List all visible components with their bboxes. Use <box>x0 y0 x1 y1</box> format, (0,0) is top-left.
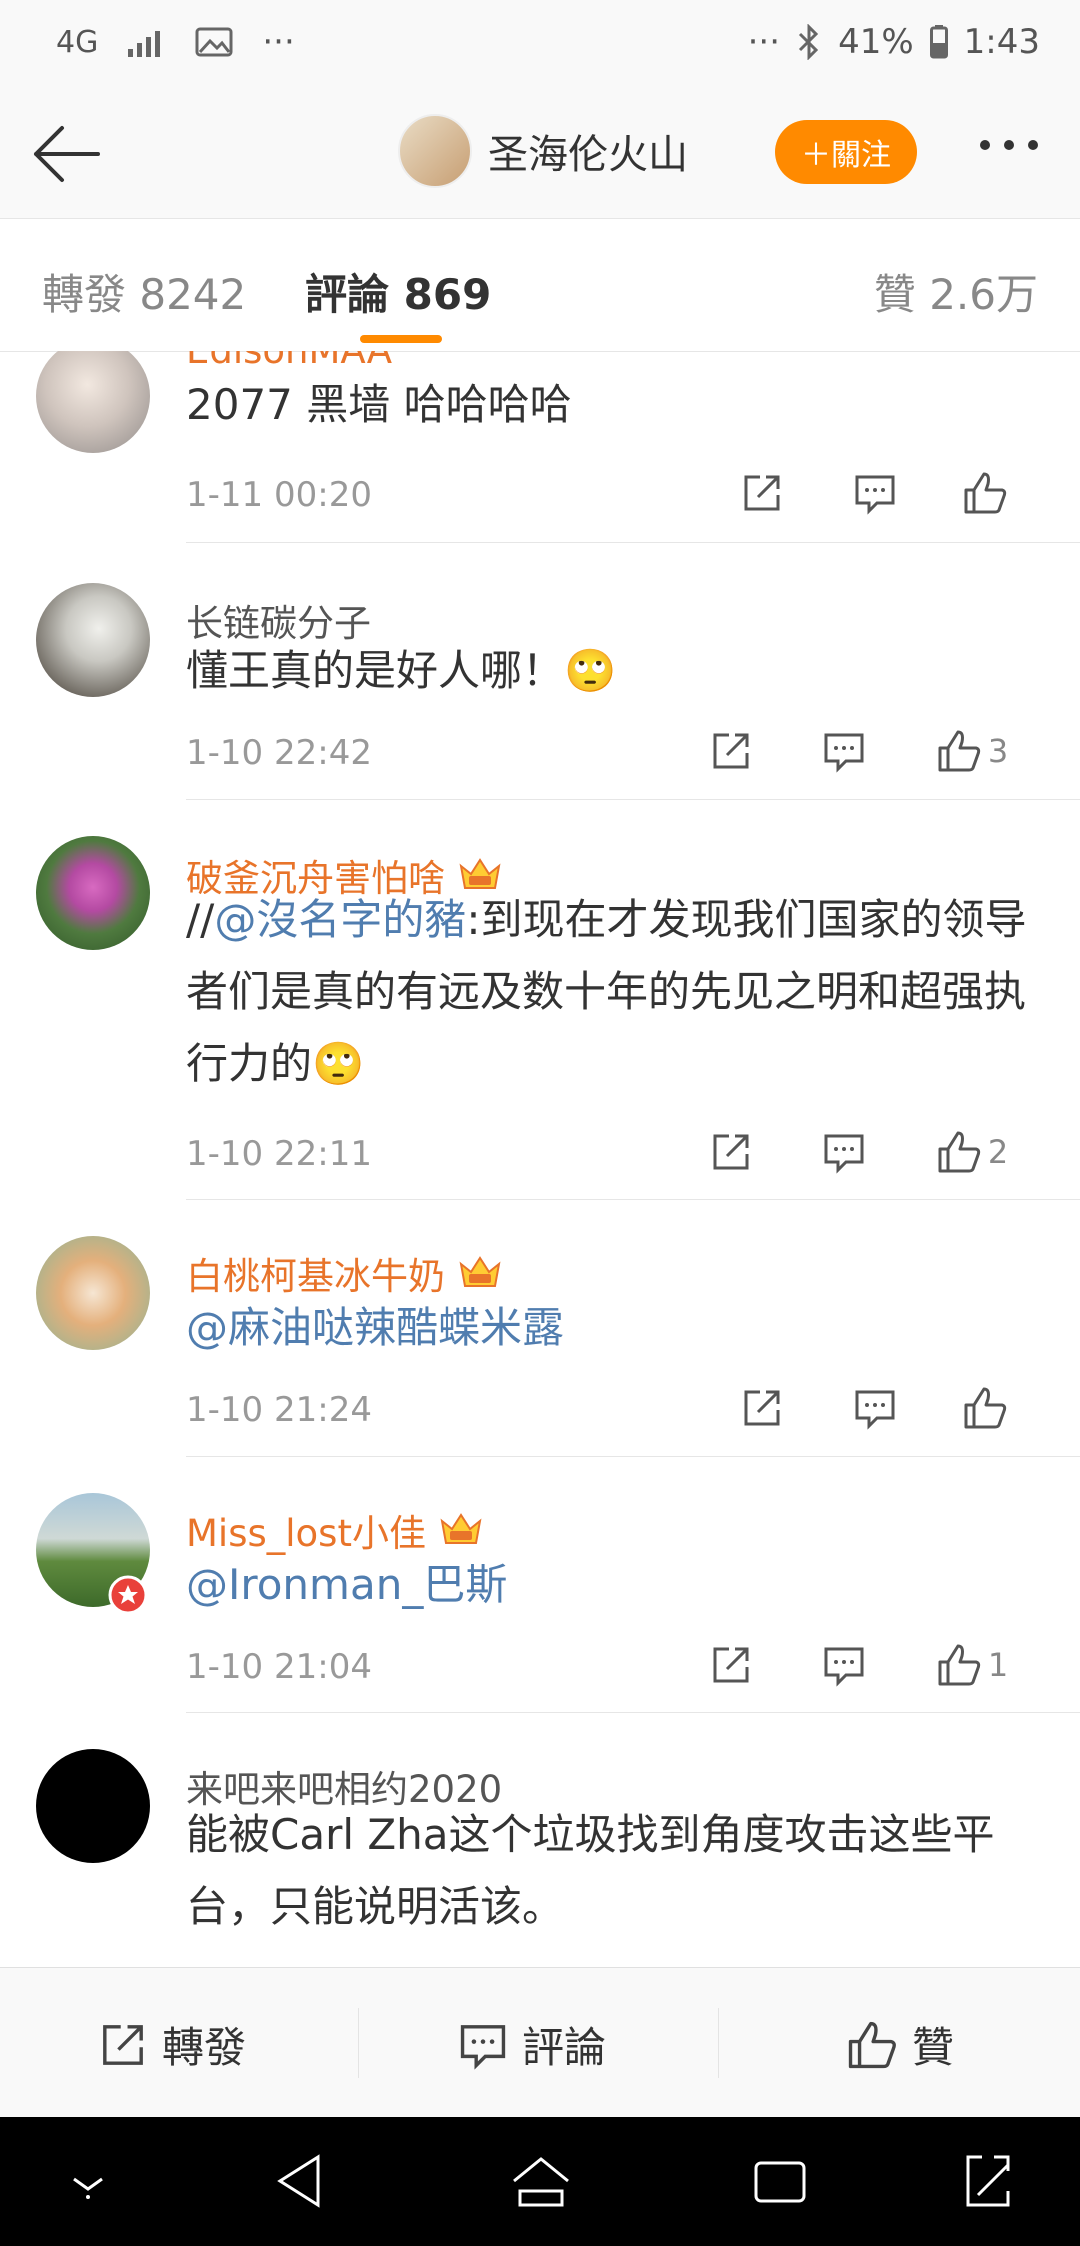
author-name[interactable]: 圣海伦火山 <box>488 122 688 180</box>
comment-button[interactable]: 評論 <box>458 2014 606 2075</box>
repost-icon[interactable] <box>674 1635 787 1695</box>
author-avatar[interactable] <box>398 114 472 188</box>
thumbs-up-icon <box>848 2021 896 2068</box>
like-count: 2 <box>987 1133 1009 1171</box>
more-notifications: ··· <box>262 22 295 62</box>
back-triangle-icon[interactable] <box>272 2151 328 2211</box>
system-navigation-bar <box>0 2117 1080 2246</box>
follow-button[interactable]: ＋關注 <box>775 120 917 184</box>
active-tab-indicator <box>360 335 442 343</box>
like-icon[interactable]: 1 <box>900 1635 1044 1695</box>
comment-icon <box>460 2024 506 2070</box>
repost-button[interactable]: 轉發 <box>98 2014 246 2075</box>
comment-item: 长链碳分子 懂王真的是好人哪！🙄 1-10 22:42 3 <box>0 543 1080 800</box>
comment-time: 1-10 22:11 <box>186 1134 372 1174</box>
comment-time: 1-10 21:24 <box>186 1390 372 1430</box>
reply-icon[interactable] <box>787 1122 900 1182</box>
commenter-avatar[interactable] <box>36 836 150 950</box>
expand-icon[interactable] <box>962 2151 1014 2211</box>
repost-icon[interactable] <box>705 1378 818 1438</box>
home-icon[interactable] <box>508 2151 574 2211</box>
comment-item: 破釜沉舟害怕啥 //@沒名字的豬:到现在才发现我们国家的领导者们是真的有远及数十… <box>0 800 1080 1200</box>
bar-divider <box>358 2008 359 2078</box>
comment-actions: 1 <box>674 1635 1044 1695</box>
post-tabs: 轉發 8242 評論 869 贊 2.6万 <box>0 218 1080 352</box>
comment-item: 白桃柯基冰牛奶 @麻油哒辣酷蝶米露 1-10 21:24 <box>0 1200 1080 1457</box>
reply-icon[interactable] <box>818 463 931 523</box>
profile-title[interactable]: 圣海伦火山 <box>398 114 688 188</box>
clock: 1:43 <box>963 22 1040 62</box>
vip-crown-icon <box>459 1256 501 1287</box>
emoji-icon: 🙄 <box>564 646 617 695</box>
comment-text: 懂王真的是好人哪！🙄 <box>186 646 617 695</box>
battery-percent: 41% <box>838 22 914 62</box>
comment-time: 1-10 21:04 <box>186 1647 372 1687</box>
comment-time: 1-11 00:20 <box>186 475 372 515</box>
commenter-avatar[interactable] <box>36 351 150 453</box>
recent-apps-icon[interactable] <box>750 2151 810 2211</box>
like-count: 3 <box>987 732 1009 770</box>
like-button[interactable]: 贊 <box>846 2014 954 2075</box>
comment-actions: 3 <box>674 721 1044 781</box>
chevron-down-icon[interactable] <box>66 2165 110 2201</box>
reply-icon[interactable] <box>787 721 900 781</box>
reply-icon[interactable] <box>818 1378 931 1438</box>
network-indicator: 4G <box>56 24 99 60</box>
comment-text: 2077 黑墙 哈哈哈哈 <box>186 380 572 429</box>
verified-badge-icon <box>108 1575 148 1615</box>
user-mention[interactable]: @Ironman_巴斯 <box>186 1560 507 1609</box>
image-icon <box>195 27 233 57</box>
repost-icon <box>103 2024 143 2065</box>
comment-text: //@沒名字的豬:到现在才发现我们国家的领导者们是真的有远及数十年的先见之明和超… <box>186 895 1027 1088</box>
commenter-avatar[interactable] <box>36 583 150 697</box>
tab-comments[interactable]: 評論 869 <box>305 261 491 322</box>
comment-time: 1-10 22:42 <box>186 733 372 773</box>
like-icon[interactable] <box>931 463 1044 523</box>
like-icon[interactable]: 2 <box>900 1122 1044 1182</box>
comment-item: EdisonMAA 2077 黑墙 哈哈哈哈 1-11 00:20 <box>0 351 1080 543</box>
top-app-bar: 圣海伦火山 ＋關注 <box>0 90 1080 218</box>
reply-icon[interactable] <box>787 1635 900 1695</box>
user-mention[interactable]: @沒名字的豬 <box>214 895 466 944</box>
more-options-icon[interactable] <box>980 140 1038 150</box>
tab-likes[interactable]: 贊 2.6万 <box>874 261 1038 322</box>
commenter-avatar[interactable] <box>36 1749 150 1863</box>
user-mention[interactable]: @麻油哒辣酷蝶米露 <box>186 1303 564 1352</box>
comment-actions: 2 <box>674 1122 1044 1182</box>
signal-icon <box>128 31 161 57</box>
like-count: 1 <box>987 1646 1009 1684</box>
like-icon[interactable]: 3 <box>900 721 1044 781</box>
bottom-action-bar: 轉發 評論 贊 <box>0 1967 1080 2118</box>
vip-crown-icon <box>440 1513 482 1544</box>
status-bar: 4G ··· ··· 41% 1:43 <box>0 0 1080 90</box>
repost-icon[interactable] <box>705 463 818 523</box>
more-status: ··· <box>747 22 781 62</box>
tab-reposts[interactable]: 轉發 8242 <box>42 261 246 322</box>
battery-icon <box>929 25 948 59</box>
commenter-avatar[interactable] <box>36 1236 150 1350</box>
bluetooth-icon <box>799 24 819 60</box>
comment-text: @麻油哒辣酷蝶米露 <box>186 1292 1046 1364</box>
like-icon[interactable] <box>931 1378 1044 1438</box>
repost-label: 轉發 <box>162 2023 247 2072</box>
emoji-icon: 🙄 <box>312 1039 365 1088</box>
comment-item: 来吧来吧相约2020 能被Carl Zha这个垃圾找到角度攻击这些平台，只能说明… <box>0 1713 1080 1967</box>
like-label: 贊 <box>912 2023 955 2072</box>
comment-actions <box>705 1378 1044 1438</box>
comment-text: @Ironman_巴斯 <box>186 1549 1046 1621</box>
bar-divider <box>718 2008 719 2078</box>
back-arrow-icon[interactable] <box>28 120 104 188</box>
comment-actions <box>705 463 1044 523</box>
comment-label: 評論 <box>522 2023 607 2072</box>
repost-icon[interactable] <box>674 1122 787 1182</box>
comment-item: Miss_lost小佳 @Ironman_巴斯 1-10 21:04 1 <box>0 1457 1080 1713</box>
repost-icon[interactable] <box>674 721 787 781</box>
comment-text: 能被Carl Zha这个垃圾找到角度攻击这些平台，只能说明活该。 <box>186 1810 995 1931</box>
comment-list[interactable]: EdisonMAA 2077 黑墙 哈哈哈哈 1-11 00:20 长链碳分子 … <box>0 351 1080 1967</box>
